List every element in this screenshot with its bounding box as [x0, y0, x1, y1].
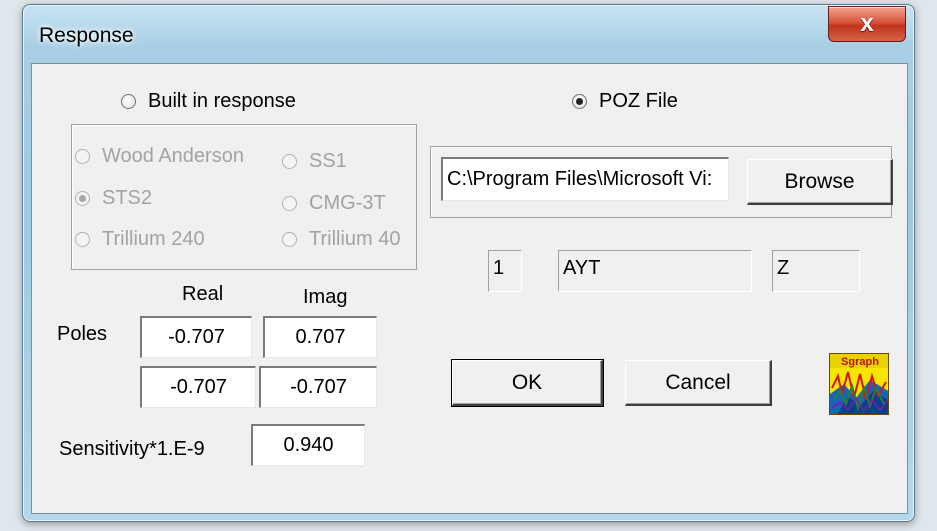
pole-2-real-input[interactable]: -0.707 [140, 366, 256, 408]
pole-1-real-input[interactable]: -0.707 [140, 316, 252, 358]
sensor-group-box: Wood Anderson SS1 STS2 CMG-3T Trillium 2… [71, 124, 417, 270]
station-name-field: AYT [558, 250, 752, 292]
radio-icon [282, 196, 297, 211]
radio-icon [121, 94, 136, 109]
built-in-response-label: Built in response [148, 90, 296, 112]
logo-text: Sgraph [841, 356, 879, 368]
sensor-radio-cmg-3t[interactable]: CMG-3T [282, 192, 386, 215]
poz-path-input[interactable]: C:\Program Files\Microsoft Vi: [441, 157, 729, 201]
poles-label: Poles [57, 323, 108, 345]
sensor-radio-trillium-240[interactable]: Trillium 240 [75, 228, 205, 251]
channel-index-field: 1 [488, 250, 522, 292]
sensor-label: Wood Anderson [102, 145, 244, 167]
sgraph-logo-icon: Sgraph [829, 353, 889, 415]
radio-icon [75, 149, 90, 164]
sensor-radio-trillium-40[interactable]: Trillium 40 [282, 228, 401, 251]
title-bar[interactable]: Response x [23, 5, 914, 63]
radio-icon [282, 232, 297, 247]
built-in-response-radio[interactable]: Built in response [121, 90, 296, 113]
ok-button[interactable]: OK [451, 359, 604, 407]
dialog-window: Response x Built in response POZ File Wo… [22, 4, 915, 522]
imag-column-header: Imag [303, 286, 348, 308]
sensor-label: SS1 [309, 150, 347, 172]
radio-icon [282, 154, 297, 169]
poz-file-radio[interactable]: POZ File [572, 90, 678, 113]
sensor-radio-sts2[interactable]: STS2 [75, 187, 152, 210]
dialog-client-area: Built in response POZ File Wood Anderson… [31, 63, 908, 514]
radio-icon [75, 232, 90, 247]
sensor-label: STS2 [102, 187, 153, 209]
sensitivity-label: Sensitivity*1.E-9 [59, 438, 205, 460]
browse-button[interactable]: Browse [747, 159, 893, 205]
close-button[interactable]: x [828, 6, 906, 42]
sensor-radio-wood-anderson[interactable]: Wood Anderson [75, 145, 244, 168]
real-column-header: Real [182, 283, 224, 305]
pole-2-imag-input[interactable]: -0.707 [259, 366, 377, 408]
sensor-label: Trillium 240 [102, 228, 205, 250]
poz-file-group-box: C:\Program Files\Microsoft Vi: Browse [430, 146, 893, 218]
pole-1-imag-input[interactable]: 0.707 [263, 316, 377, 358]
sensor-label: Trillium 40 [309, 228, 401, 250]
radio-checked-icon [75, 191, 90, 206]
close-icon: x [860, 10, 874, 37]
sensitivity-input[interactable]: 0.940 [251, 424, 365, 466]
cancel-button[interactable]: Cancel [625, 360, 772, 406]
radio-checked-icon [572, 94, 587, 109]
window-title: Response [39, 24, 134, 47]
poz-file-label: POZ File [599, 90, 678, 112]
sensor-radio-ss1[interactable]: SS1 [282, 150, 347, 173]
component-field: Z [772, 250, 860, 292]
sensor-label: CMG-3T [309, 192, 386, 214]
